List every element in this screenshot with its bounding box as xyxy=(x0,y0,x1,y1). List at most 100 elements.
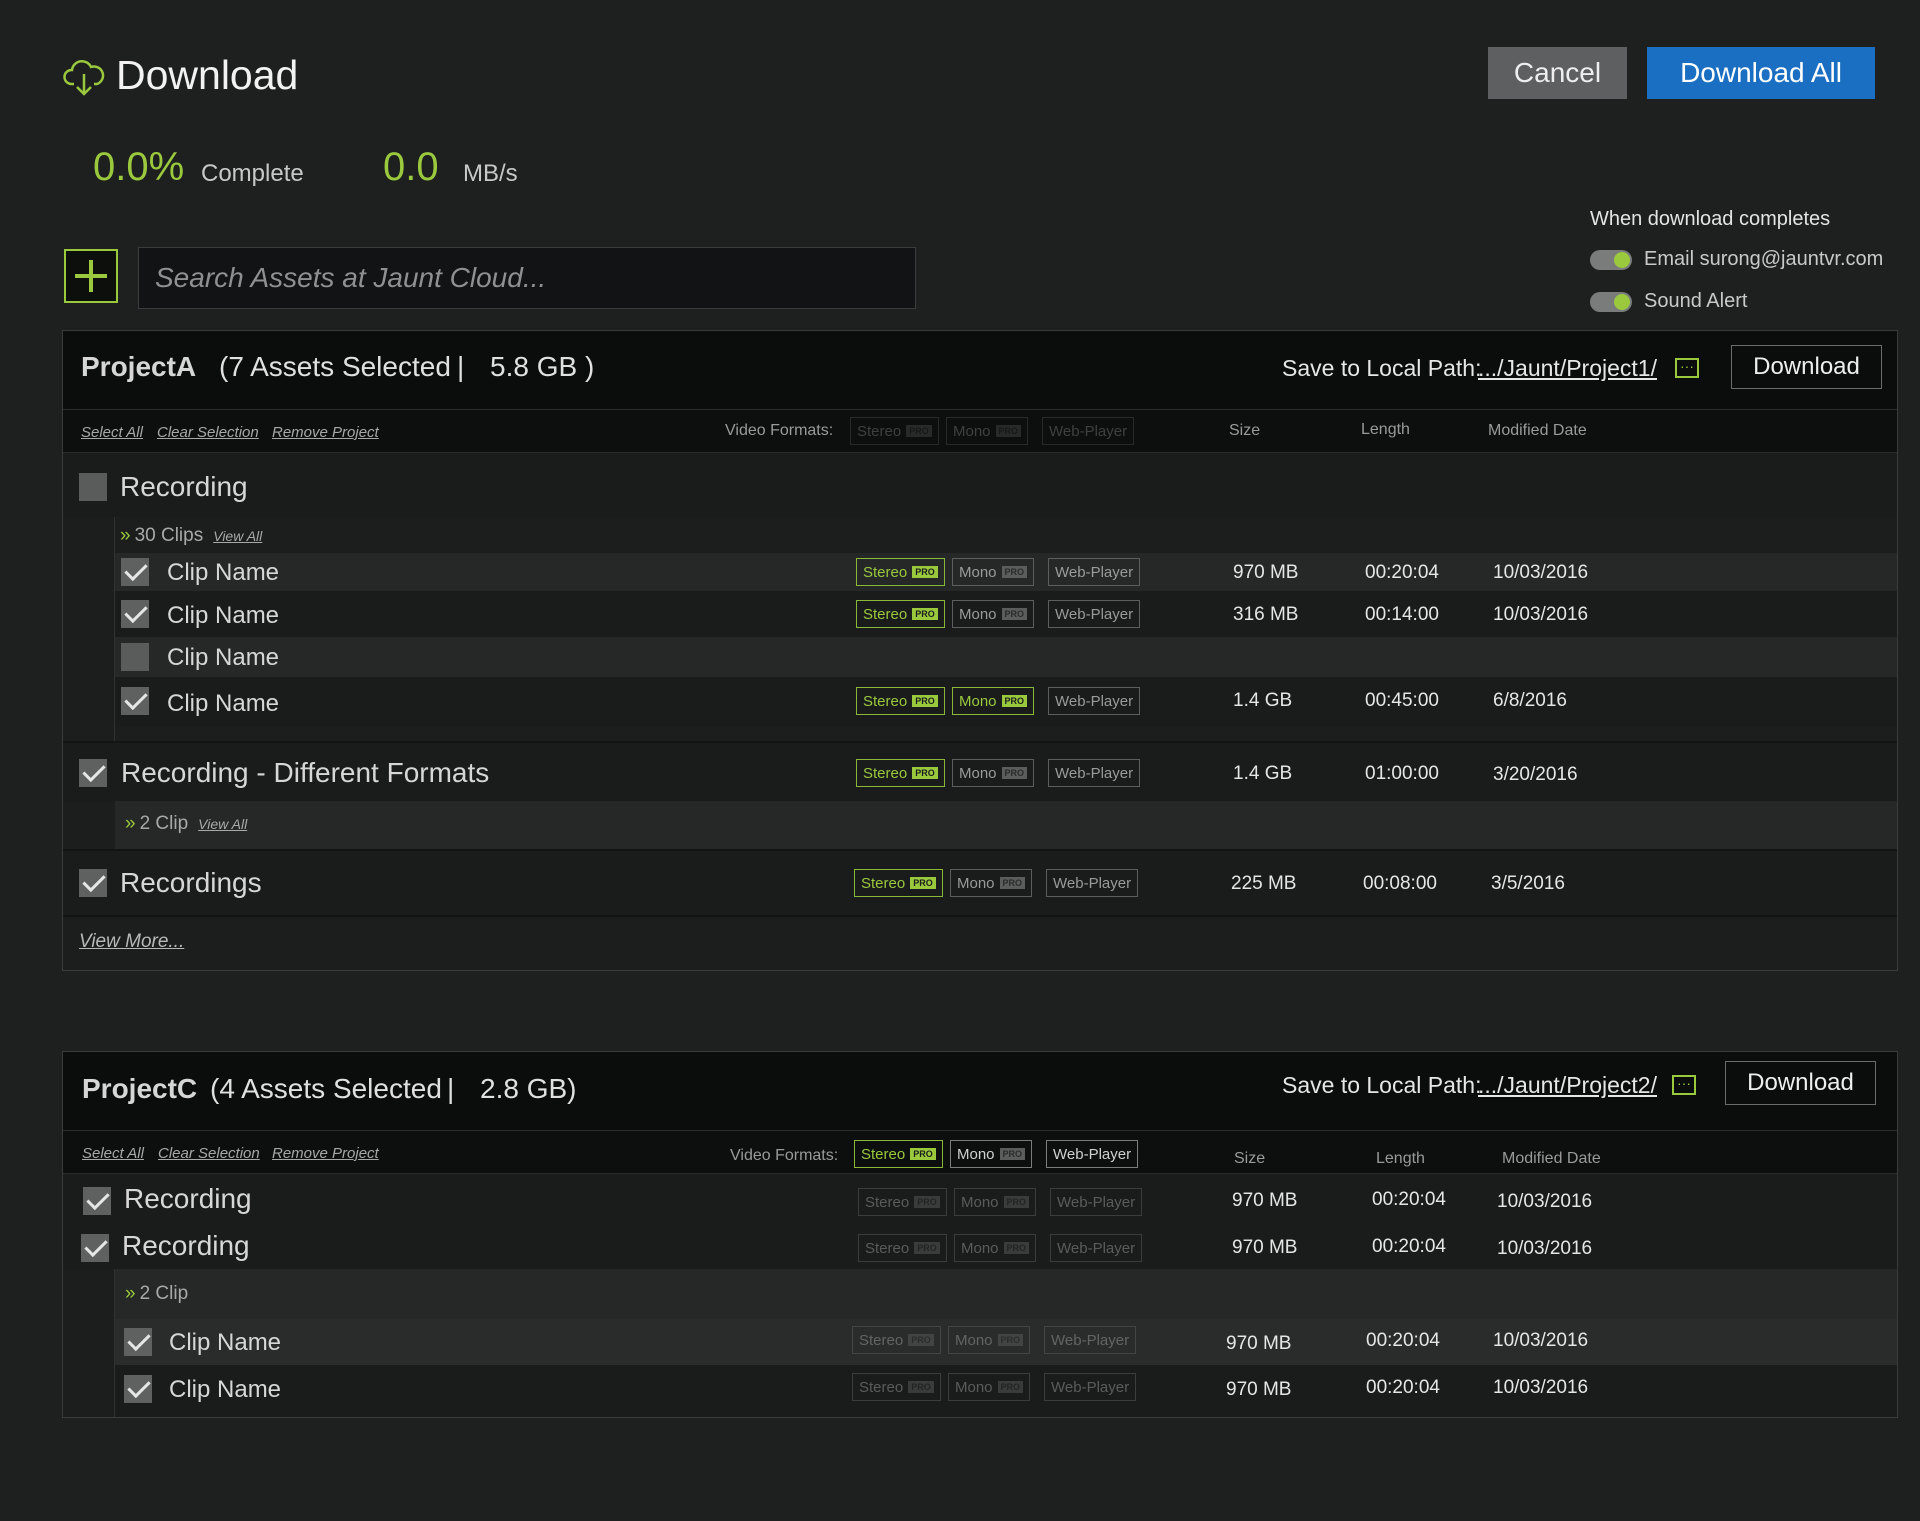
group-size: 970 MB xyxy=(1232,1237,1298,1258)
format-stereo[interactable]: Stereo PRO xyxy=(856,600,945,628)
clear-selection-link[interactable]: Clear Selection xyxy=(158,1145,260,1162)
pro-badge: PRO xyxy=(908,1381,934,1393)
sound-toggle[interactable] xyxy=(1590,292,1632,312)
format-mono[interactable]: Mono PRO xyxy=(952,687,1035,715)
search-input[interactable] xyxy=(138,247,916,309)
clip-date: 10/03/2016 xyxy=(1493,1377,1589,1398)
project-size: 5.8 GB ) xyxy=(490,351,595,382)
project-download-button[interactable]: Download xyxy=(1731,345,1882,389)
clear-selection-link[interactable]: Clear Selection xyxy=(157,424,259,441)
assets-selected: (4 Assets Selected xyxy=(210,1073,442,1104)
clip-name: Clip Name xyxy=(167,644,280,671)
group-row[interactable]: Recording xyxy=(63,453,1897,517)
format-web[interactable]: Web-Player xyxy=(1044,1326,1137,1354)
format-mono[interactable]: Mono PRO xyxy=(948,1326,1031,1354)
group-row[interactable]: Recording - Different Formats Stereo PRO … xyxy=(63,741,1897,803)
format-mono[interactable]: Mono PRO xyxy=(952,558,1035,586)
project-c-toolbar: Select All Clear Selection Remove Projec… xyxy=(63,1130,1897,1174)
format-web[interactable]: Web-Player xyxy=(1048,558,1141,586)
table-row[interactable]: Clip Name Stereo PRO Mono PRO Web-Player 1… xyxy=(115,677,1897,727)
format-filter-mono[interactable]: Mono PRO xyxy=(950,1140,1033,1168)
format-filter-stereo[interactable]: Stereo PRO xyxy=(854,1140,943,1168)
format-filter-stereo[interactable]: Stereo PRO xyxy=(850,417,939,445)
format-stereo[interactable]: Stereo PRO xyxy=(852,1373,941,1401)
row-checkbox[interactable] xyxy=(124,1328,152,1356)
select-all-link[interactable]: Select All xyxy=(81,424,143,441)
add-asset-button[interactable] xyxy=(64,249,118,303)
format-mono[interactable]: Mono PRO xyxy=(952,759,1035,787)
table-row[interactable]: Clip Name Stereo PRO Mono PRO Web-Player 9… xyxy=(115,553,1897,591)
format-stereo[interactable]: Stereo PRO xyxy=(854,869,943,897)
project-download-button[interactable]: Download xyxy=(1725,1061,1876,1105)
pro-badge: PRO xyxy=(906,425,932,437)
column-size: Size xyxy=(1229,422,1261,439)
format-web[interactable]: Web-Player xyxy=(1048,759,1141,787)
format-stereo[interactable]: Stereo PRO xyxy=(856,687,945,715)
remove-project-link[interactable]: Remove Project xyxy=(272,424,379,441)
format-mono[interactable]: Mono PRO xyxy=(950,869,1033,897)
row-checkbox[interactable] xyxy=(121,600,149,628)
format-filter-web[interactable]: Web-Player xyxy=(1042,417,1135,445)
row-checkbox[interactable] xyxy=(124,1375,152,1403)
select-all-link[interactable]: Select All xyxy=(82,1145,144,1162)
group-checkbox[interactable] xyxy=(79,759,107,787)
format-web[interactable]: Web-Player xyxy=(1048,687,1141,715)
view-all-link[interactable]: View All xyxy=(198,816,247,832)
row-checkbox[interactable] xyxy=(121,687,149,715)
format-web[interactable]: Web-Player xyxy=(1050,1234,1143,1262)
column-modified: Modified Date xyxy=(1502,1150,1601,1167)
table-row[interactable]: Clip Name xyxy=(115,637,1897,677)
view-more-link[interactable]: View More... xyxy=(79,931,184,953)
email-toggle[interactable] xyxy=(1590,250,1632,270)
format-web[interactable]: Web-Player xyxy=(1050,1188,1143,1216)
format-mono[interactable]: Mono PRO xyxy=(948,1373,1031,1401)
save-path-link[interactable]: .../Jaunt/Project2/ xyxy=(1478,1072,1657,1099)
format-stereo[interactable]: Stereo PRO xyxy=(858,1188,947,1216)
save-path-link[interactable]: .../Jaunt/Project1/ xyxy=(1478,355,1657,382)
group-row[interactable]: Recordings Stereo PRO Mono PRO Web-Player … xyxy=(63,849,1897,917)
clip-size: 970 MB xyxy=(1226,1333,1292,1354)
format-mono[interactable]: Mono PRO xyxy=(954,1188,1037,1216)
format-web[interactable]: Web-Player xyxy=(1046,869,1139,897)
row-checkbox[interactable] xyxy=(121,643,149,671)
group-length: 00:08:00 xyxy=(1363,873,1437,894)
remove-project-link[interactable]: Remove Project xyxy=(272,1145,379,1162)
pro-badge: PRO xyxy=(997,1381,1024,1393)
format-stereo[interactable]: Stereo PRO xyxy=(858,1234,947,1262)
format-filter-web[interactable]: Web-Player xyxy=(1046,1140,1139,1168)
format-web[interactable]: Web-Player xyxy=(1044,1373,1137,1401)
pro-badge: PRO xyxy=(1001,767,1028,779)
project-a-panel: ProjectA (7 Assets Selected | 5.8 GB ) S… xyxy=(62,330,1898,971)
format-mono[interactable]: Mono PRO xyxy=(954,1234,1037,1262)
table-row[interactable]: Clip Name Stereo PRO Mono PRO Web-Player 9… xyxy=(115,1319,1897,1365)
group-date: 10/03/2016 xyxy=(1497,1238,1593,1259)
format-web[interactable]: Web-Player xyxy=(1048,600,1141,628)
table-row[interactable]: Clip Name Stereo PRO Mono PRO Web-Player 9… xyxy=(115,1365,1897,1417)
format-label: Stereo xyxy=(857,422,902,440)
format-label: Web-Player xyxy=(1055,605,1134,623)
format-stereo[interactable]: Stereo PRO xyxy=(856,759,945,787)
group-checkbox[interactable] xyxy=(79,869,107,897)
group-checkbox[interactable] xyxy=(79,473,107,501)
clip-name: Clip Name xyxy=(169,1376,282,1403)
column-size: Size xyxy=(1234,1150,1266,1167)
browse-path-button[interactable]: ··· xyxy=(1672,1075,1696,1095)
table-row[interactable]: Clip Name Stereo PRO Mono PRO Web-Player 3… xyxy=(115,591,1897,637)
format-filter-mono[interactable]: Mono PRO xyxy=(946,417,1029,445)
cancel-button[interactable]: Cancel xyxy=(1488,47,1627,99)
format-mono[interactable]: Mono PRO xyxy=(952,600,1035,628)
group-row[interactable]: Recording Stereo PRO Mono PRO Web-Player 9… xyxy=(63,1175,1897,1221)
download-all-button[interactable]: Download All xyxy=(1647,47,1875,99)
group-date: 3/5/2016 xyxy=(1491,873,1565,894)
group-checkbox[interactable] xyxy=(81,1234,109,1262)
format-stereo[interactable]: Stereo PRO xyxy=(856,558,945,586)
group-row[interactable]: Recording Stereo PRO Mono PRO Web-Player 9… xyxy=(63,1221,1897,1269)
browse-path-button[interactable]: ··· xyxy=(1675,358,1699,378)
video-formats-label: Video Formats: xyxy=(725,422,834,439)
view-all-link[interactable]: View All xyxy=(213,528,262,544)
clips-summary-row: » 2 Clip View All xyxy=(115,801,1897,849)
format-stereo[interactable]: Stereo PRO xyxy=(852,1326,941,1354)
group-checkbox[interactable] xyxy=(83,1187,111,1215)
format-label: Stereo xyxy=(859,1378,904,1396)
row-checkbox[interactable] xyxy=(121,558,149,586)
